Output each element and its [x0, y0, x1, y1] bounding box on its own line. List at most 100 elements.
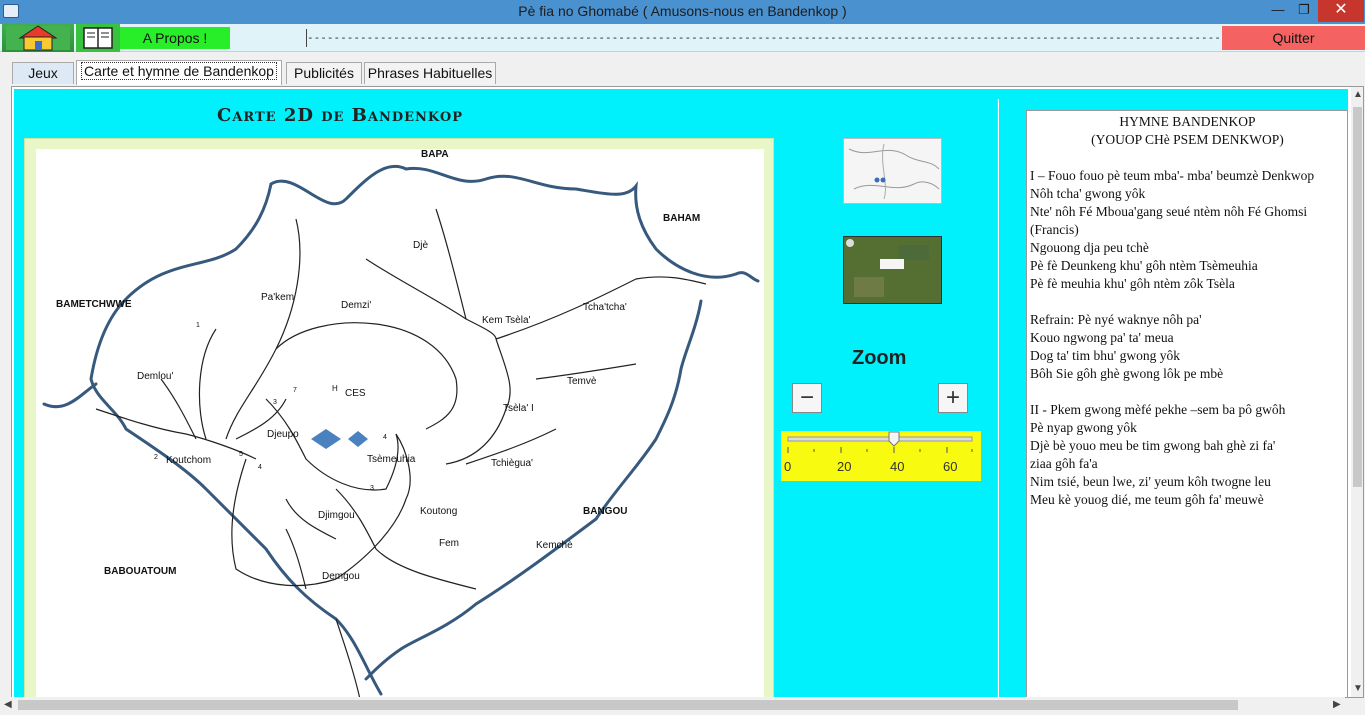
book-icon — [83, 27, 113, 49]
place-label: BAPA — [421, 149, 449, 160]
scroll-right-icon[interactable]: ▶ — [1333, 699, 1341, 710]
place-label: BANGOU — [583, 506, 627, 517]
hymn-line: Ngouong dja peu tchè — [1030, 240, 1149, 255]
place-label: 5 — [239, 451, 243, 458]
place-label: 7 — [293, 387, 297, 394]
hymn-line: Meu kè youog dié, me teum gôh fa' meuwè — [1030, 492, 1264, 507]
place-label: 4 — [383, 434, 387, 441]
place-label: Fem — [439, 538, 459, 549]
horizontal-scrollbar[interactable]: ◀ ▶ — [0, 697, 1345, 713]
zoom-slider-thumb[interactable] — [888, 431, 900, 447]
arrow-decoration: ----------------------------------------… — [306, 29, 1222, 47]
vertical-scrollbar[interactable]: ▲ ▼ — [1351, 87, 1363, 697]
tab-phrases[interactable]: Phrases Habituelles — [364, 62, 496, 84]
zoom-slider[interactable]: 0 20 40 60 — [781, 431, 981, 481]
zoom-label: Zoom — [852, 347, 907, 369]
map-thumbnail-satellite[interactable] — [843, 236, 942, 304]
hymn-line: II - Pkem gwong mèfé pekhe –sem ba pô gw… — [1030, 402, 1286, 417]
place-label: Djimgou — [318, 510, 355, 521]
place-label: BABOUATOUM — [104, 566, 176, 577]
scroll-left-icon[interactable]: ◀ — [4, 699, 12, 710]
place-label: H — [332, 384, 338, 393]
place-label: BAHAM — [663, 213, 700, 224]
place-label: Kem Tsèla' — [482, 315, 531, 326]
place-label: Djè — [413, 240, 428, 251]
content-background: Carte 2D de Bandenkop BAPA BAHAM BAMETCH… — [14, 89, 1348, 697]
hymn-line: Djè bè youo meu be tim gwong bah ghè zi … — [1030, 438, 1276, 453]
slider-tick-label: 0 — [784, 459, 791, 474]
zoom-slider-track: 0 20 40 60 — [784, 431, 973, 474]
close-button[interactable]: ✕ — [1318, 0, 1364, 22]
about-button[interactable]: A Propos ! — [120, 27, 230, 49]
place-label: 3 — [273, 399, 277, 406]
tab-label: Phrases Habituelles — [367, 65, 493, 81]
place-label: Kemchè — [536, 540, 573, 551]
map-canvas[interactable]: BAPA BAHAM BAMETCHWWE Djè Pa'kem Demzi' … — [36, 149, 764, 697]
book-button[interactable] — [76, 24, 120, 52]
minimize-button[interactable]: — — [1264, 0, 1292, 22]
satellite-map-icon — [844, 237, 941, 303]
zoom-in-button[interactable]: + — [938, 383, 968, 413]
place-label: 3 — [370, 485, 374, 492]
hymn-line: Nim tsié, beun lwe, zi' yeum kôh twogne … — [1030, 474, 1271, 489]
hymn-line: Dog ta' tim bhu' gwong yôk — [1030, 348, 1180, 363]
maximize-button[interactable]: ❐ — [1290, 0, 1318, 22]
hymn-line: Nte' nôh Fé Mboua'gang seué ntèm nôh Fé … — [1030, 204, 1308, 219]
tab-bar: Jeux Carte et hymne de Bandenkop Publici… — [0, 56, 1365, 86]
zoom-out-button[interactable]: − — [792, 383, 822, 413]
hymn-lines: I – Fouo fouo pè teum mba'- mba' beumzè … — [1030, 167, 1345, 509]
hymn-spacer — [1030, 383, 1345, 401]
tab-label: Carte et hymne de Bandenkop — [81, 62, 277, 80]
street-map-icon — [848, 143, 940, 200]
map-thumbnail-street[interactable] — [843, 138, 942, 204]
place-label: 1 — [196, 322, 200, 329]
hymn-text-area[interactable]: HYMNE BANDENKOP (YOUOP CHè PSEM DENKWOP)… — [1026, 110, 1348, 697]
tab-jeux[interactable]: Jeux — [12, 62, 74, 84]
top-toolbar: A Propos ! -----------------------------… — [0, 24, 1365, 52]
hymn-spacer — [1030, 293, 1345, 311]
place-label: Demgou — [322, 571, 360, 582]
home-icon — [6, 25, 70, 51]
place-label: Tchiègua' — [491, 458, 533, 469]
scroll-down-icon[interactable]: ▼ — [1353, 683, 1363, 694]
place-label: Koutchom — [166, 455, 211, 466]
scroll-thumb[interactable] — [1353, 107, 1362, 487]
place-label: CES — [345, 388, 366, 399]
slider-tick-label: 20 — [837, 459, 851, 474]
hymn-title: HYMNE BANDENKOP — [1119, 114, 1256, 129]
tab-carte-hymne[interactable]: Carte et hymne de Bandenkop — [76, 60, 282, 85]
window-title: Pè fia no Ghomabé ( Amusons-nous en Band… — [518, 3, 847, 19]
tab-publicites[interactable]: Publicités — [286, 62, 362, 84]
slider-tick-label: 60 — [943, 459, 957, 474]
place-label: 2 — [154, 454, 158, 461]
tab-content-panel: Carte 2D de Bandenkop BAPA BAHAM BAMETCH… — [11, 86, 1364, 698]
title-bar: Pè fia no Ghomabé ( Amusons-nous en Band… — [0, 0, 1365, 24]
place-label: Tsèla' I — [503, 403, 534, 414]
slider-tick-label: 40 — [890, 459, 904, 474]
hymn-line: Nôh tcha' gwong yôk — [1030, 186, 1146, 201]
place-label: Temvè — [567, 376, 597, 387]
hymn-line: Refrain: Pè nyé waknye nôh pa' — [1030, 312, 1202, 327]
hymn-line: Pè nyap gwong yôk — [1030, 420, 1137, 435]
hymn-line: ziaa gôh fa'a — [1030, 456, 1098, 471]
hymn-line: Pè fè Deunkeng khu' gôh ntèm Tsèmeuhia — [1030, 258, 1258, 273]
place-label: Demzi' — [341, 300, 371, 311]
hymn-line: Kouo ngwong pa' ta' meua — [1030, 330, 1174, 345]
place-label: Demlou' — [137, 371, 173, 382]
panel-divider — [997, 99, 999, 697]
hymn-line: Pè fè meuhia khu' gôh ntèm zôk Tsèla — [1030, 276, 1235, 291]
place-label: Djeupo — [267, 429, 299, 440]
quit-button[interactable]: Quitter — [1222, 26, 1365, 50]
hymn-subtitle: (YOUOP CHè PSEM DENKWOP) — [1091, 132, 1284, 147]
scroll-up-icon[interactable]: ▲ — [1353, 89, 1363, 100]
hymn-line: I – Fouo fouo pè teum mba'- mba' beumzè … — [1030, 168, 1315, 183]
tab-label: Jeux — [28, 65, 58, 81]
home-button[interactable] — [2, 24, 74, 52]
hymn-spacer — [1030, 149, 1345, 167]
place-label: Tsèmeuhia — [367, 454, 416, 465]
place-label: BAMETCHWWE — [56, 299, 132, 310]
place-label: 4 — [258, 464, 262, 471]
tab-label: Publicités — [294, 65, 354, 81]
map-drawing: BAPA BAHAM BAMETCHWWE Djè Pa'kem Demzi' … — [42, 149, 760, 697]
scroll-thumb[interactable] — [18, 700, 1238, 710]
